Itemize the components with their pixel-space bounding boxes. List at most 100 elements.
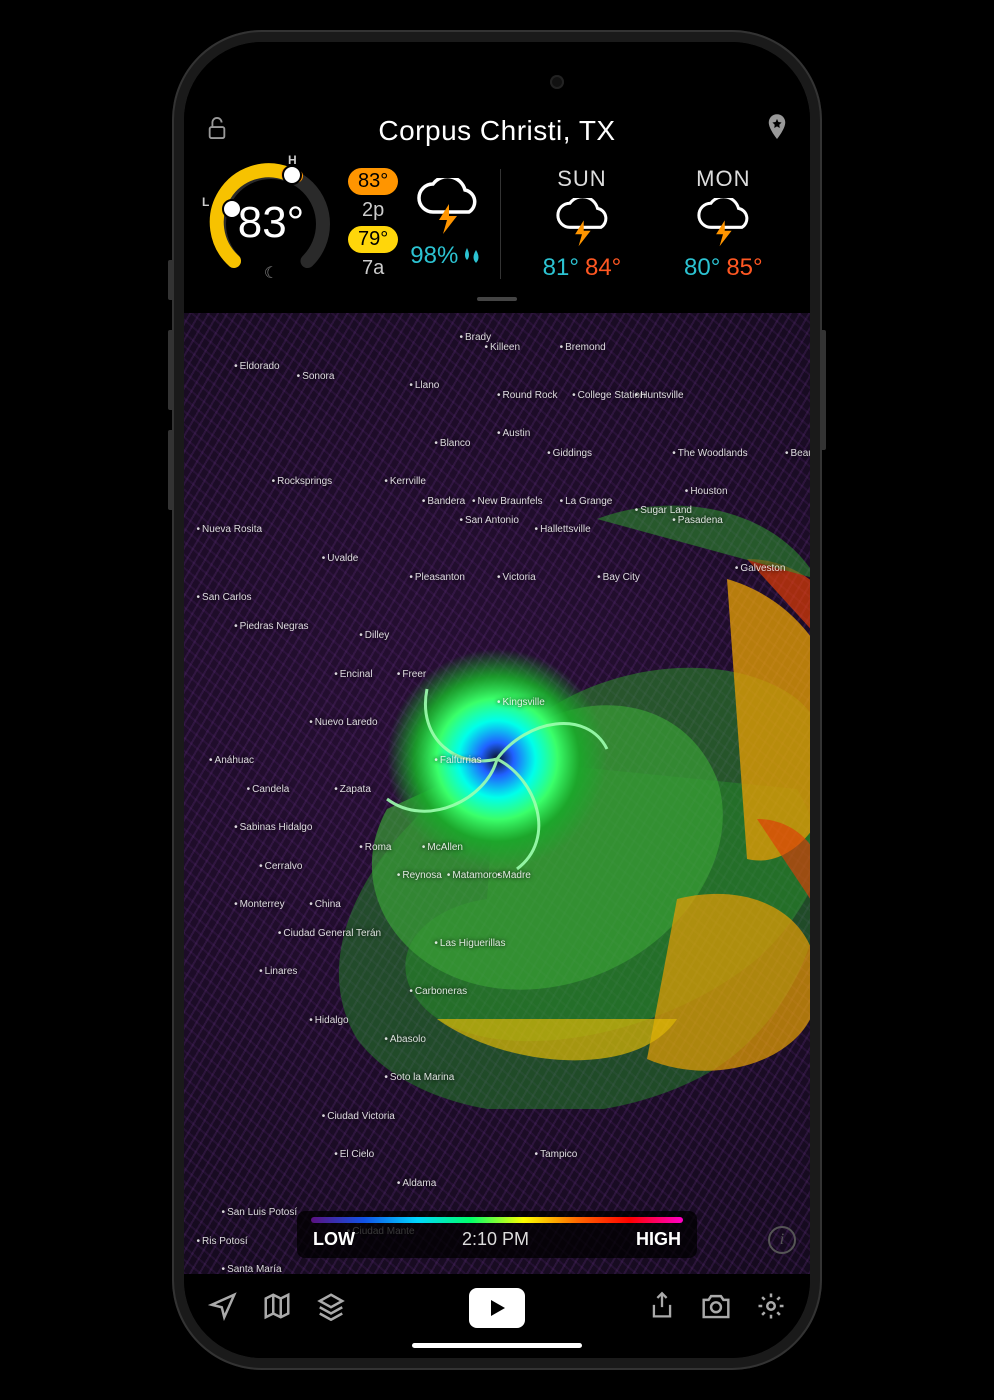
city-label: Killeen: [484, 342, 520, 353]
city-label: Giddings: [547, 448, 592, 459]
city-label: Monterrey: [234, 899, 285, 910]
location-title[interactable]: Corpus Christi, TX: [378, 115, 615, 147]
app-screen: Corpus Christi, TX L H: [184, 42, 810, 1358]
city-label: Carboneras: [409, 986, 467, 997]
info-icon[interactable]: i: [768, 1226, 796, 1254]
city-label: Freer: [397, 669, 426, 680]
city-label: Las Higuerillas: [434, 938, 505, 949]
city-label: La Grange: [560, 496, 613, 507]
city-label: Nuevo Laredo: [309, 717, 377, 728]
city-label: Soto la Marina: [384, 1072, 454, 1083]
phone-frame: Corpus Christi, TX L H: [172, 30, 822, 1370]
drag-handle[interactable]: [477, 297, 517, 301]
scale-time: 2:10 PM: [462, 1229, 529, 1250]
color-gradient: [311, 1217, 683, 1223]
city-label: Abasolo: [384, 1034, 426, 1045]
city-label: Kerrville: [384, 476, 426, 487]
forecast-day-0[interactable]: SUN 81° 84°: [517, 166, 646, 282]
city-label: Nueva Rosita: [197, 524, 263, 535]
city-label: Eldorado: [234, 361, 280, 372]
city-label: Tampico: [535, 1149, 578, 1160]
city-label: Hidalgo: [309, 1015, 348, 1026]
city-label: Encinal: [334, 669, 372, 680]
city-label: McAllen: [422, 842, 463, 853]
city-label: Galveston: [735, 563, 786, 574]
high-time: 2p: [362, 199, 384, 222]
scale-low: LOW: [313, 1229, 355, 1250]
city-label: Pasadena: [672, 515, 723, 526]
city-label: Kingsville: [497, 697, 545, 708]
today-condition: 98%: [410, 178, 484, 270]
city-label: China: [309, 899, 341, 910]
city-label: Victoria: [497, 572, 536, 583]
thunderstorm-icon: [551, 198, 613, 248]
dial-low-marker: L: [202, 195, 209, 209]
thunderstorm-icon: [411, 178, 483, 236]
temp-dial[interactable]: L H 83° ☾: [206, 159, 336, 289]
city-label: Austin: [497, 428, 530, 439]
city-label: Huntsville: [635, 390, 684, 401]
city-label: Aldama: [397, 1178, 436, 1189]
divider: [500, 169, 501, 279]
city-label: Dilley: [359, 630, 389, 641]
city-label: Madre: [497, 870, 531, 881]
play-button[interactable]: [469, 1288, 525, 1328]
city-label: Roma: [359, 842, 391, 853]
city-label: Llano: [409, 380, 439, 391]
city-label: Anáhuac: [209, 755, 254, 766]
city-label: Cerralvo: [259, 861, 302, 872]
city-label: San Carlos: [197, 592, 252, 603]
city-label: Beaumont: [785, 448, 810, 459]
forecast-day-1[interactable]: MON 80° 85°: [659, 166, 788, 282]
home-indicator[interactable]: [412, 1343, 582, 1348]
city-label: Pleasanton: [409, 572, 465, 583]
current-temp: 83°: [238, 198, 305, 248]
city-label: Uvalde: [322, 553, 359, 564]
precipitation-chance: 98%: [410, 242, 484, 270]
city-label: Ciudad Victoria: [322, 1111, 395, 1122]
high-temp-pill: 83°: [348, 168, 398, 195]
city-label: Piedras Negras: [234, 621, 308, 632]
city-label: Ciudad General Terán: [278, 928, 381, 939]
city-label: Sonora: [297, 371, 335, 382]
city-label: Sabinas Hidalgo: [234, 822, 312, 833]
city-label: Blanco: [434, 438, 470, 449]
thunderstorm-icon: [692, 198, 754, 248]
city-label: Matamoros: [447, 870, 503, 881]
city-label: Rocksprings: [272, 476, 333, 487]
moon-icon: ☾: [264, 263, 278, 283]
city-label: Santa María: [222, 1264, 282, 1274]
locate-icon[interactable]: [208, 1291, 238, 1326]
city-label: El Cielo: [334, 1149, 374, 1160]
city-label: Round Rock: [497, 390, 558, 401]
city-label: Reynosa: [397, 870, 442, 881]
low-temp-pill: 79°: [348, 226, 398, 253]
city-label: The Woodlands: [672, 448, 747, 459]
city-label: Bremond: [560, 342, 606, 353]
city-label: Bay City: [597, 572, 640, 583]
city-label: Falfurrias: [434, 755, 481, 766]
city-label: Hallettsville: [535, 524, 591, 535]
share-icon[interactable]: [648, 1291, 676, 1326]
low-time: 7a: [362, 257, 384, 280]
city-label: Bandera: [422, 496, 465, 507]
dynamic-island: [412, 60, 582, 104]
camera-icon[interactable]: [700, 1292, 732, 1325]
city-label: Candela: [247, 784, 290, 795]
city-label: San Luis Potosí: [222, 1207, 298, 1218]
intensity-scale[interactable]: LOW 2:10 PM HIGH: [297, 1211, 697, 1258]
map-icon[interactable]: [262, 1291, 292, 1326]
layers-icon[interactable]: [316, 1291, 346, 1326]
city-label: Linares: [259, 966, 297, 977]
location-pin-icon[interactable]: [766, 114, 788, 147]
high-low-column: 83° 2p 79° 7a: [348, 168, 398, 280]
city-label: New Braunfels: [472, 496, 543, 507]
lock-icon[interactable]: [206, 115, 228, 146]
radar-map[interactable]: BradyKilleenBremondEldoradoSonoraLlanoRo…: [184, 313, 810, 1274]
settings-icon[interactable]: [756, 1291, 786, 1326]
scale-high: HIGH: [636, 1229, 681, 1250]
city-label: Ris Potosí: [197, 1236, 248, 1247]
city-label: Zapata: [334, 784, 371, 795]
city-label: San Antonio: [459, 515, 518, 526]
dial-high-marker: H: [288, 153, 297, 167]
